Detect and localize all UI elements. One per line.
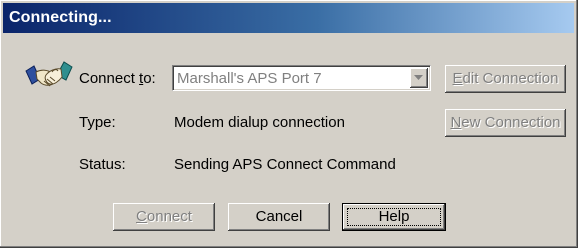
window-title: Connecting... <box>9 9 112 26</box>
cancel-button[interactable]: Cancel <box>228 203 330 231</box>
connecting-dialog: Connecting... Connect to: Marshall's APS… <box>0 0 578 248</box>
new-connection-button[interactable]: New Connection <box>445 109 566 137</box>
edit-connection-button[interactable]: Edit Connection <box>445 65 566 93</box>
title-bar[interactable]: Connecting... <box>3 3 574 33</box>
help-button[interactable]: Help <box>342 203 446 231</box>
chevron-down-icon <box>414 75 423 80</box>
type-value: Modem dialup connection <box>174 114 345 131</box>
status-value: Sending APS Connect Command <box>174 156 396 173</box>
handshake-icon <box>24 57 74 97</box>
connect-to-label: Connect to: <box>79 70 156 87</box>
connect-to-combobox[interactable]: Marshall's APS Port 7 <box>172 65 431 91</box>
connect-button[interactable]: Connect <box>113 203 215 231</box>
status-label: Status: <box>79 156 126 173</box>
type-label: Type: <box>79 114 116 131</box>
dropdown-button[interactable] <box>410 68 428 88</box>
connect-to-value: Marshall's APS Port 7 <box>177 70 322 87</box>
